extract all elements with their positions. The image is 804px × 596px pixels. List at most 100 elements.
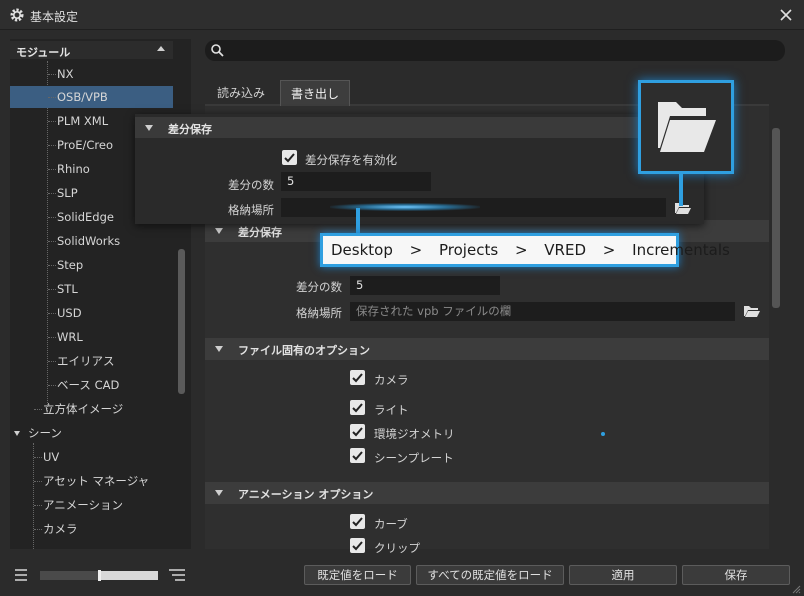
load-all-defaults-button[interactable]: すべての既定値をロード (416, 565, 564, 585)
tree-item-label: ProE/Creo (57, 138, 114, 152)
tree-item-label: NX (57, 67, 74, 81)
camera-checkbox[interactable] (350, 370, 365, 385)
caret-down-icon[interactable] (215, 490, 223, 496)
section-title: 差分保存 (168, 123, 212, 136)
tree-item-animation[interactable]: アニメーション (10, 494, 173, 516)
section-title: アニメーション オプション (238, 488, 374, 501)
curve-label: カーブ (374, 517, 408, 531)
tab-export[interactable]: 書き出し (280, 80, 351, 106)
sidebar-scrollbar[interactable] (178, 249, 185, 394)
tree-item-camera[interactable]: カメラ (10, 518, 173, 540)
curve-checkbox[interactable] (350, 514, 365, 529)
section-file-options[interactable]: ファイル固有のオプション (205, 338, 769, 360)
light-label: ライト (374, 403, 409, 417)
tree-item-nx[interactable]: NX (10, 63, 173, 85)
tree-item-stl[interactable]: STL (10, 278, 173, 300)
increment-count-label: 差分の数 (296, 280, 342, 294)
clip-checkbox[interactable] (350, 538, 365, 553)
path-breadcrumb: Desktop > Projects > VRED > Incrementals (320, 233, 730, 267)
tree-group-label: モジュール (16, 46, 71, 59)
tree-item-label: ベース CAD (57, 378, 120, 392)
tree-item-label: SLP (57, 186, 78, 200)
tree-item-label: カメラ (43, 522, 78, 536)
section-title: ファイル固有のオプション (238, 344, 370, 357)
tree-item-label: OSB/VPB (57, 90, 108, 104)
tree-item-alias[interactable]: エイリアス (10, 350, 173, 372)
breadcrumb-item: VRED (544, 241, 587, 259)
callout-connector (356, 208, 360, 234)
scene-plate-checkbox[interactable] (350, 448, 365, 463)
section-title: 差分保存 (238, 226, 282, 239)
tree-item-step[interactable]: Step (10, 254, 173, 276)
folder-callout (638, 80, 734, 174)
caret-down-icon[interactable] (145, 125, 153, 131)
tree-item-base-cad[interactable]: ベース CAD (10, 374, 173, 396)
increment-count-field[interactable]: 5 (281, 172, 431, 191)
tree-group-scene[interactable]: シーン (10, 422, 173, 444)
enable-incremental-label: 差分保存を有効化 (305, 153, 397, 167)
breadcrumb-item: Projects (439, 241, 499, 259)
tree-item-label: Rhino (57, 162, 90, 176)
highlight-glow (330, 203, 480, 211)
load-default-button[interactable]: 既定値をロード (304, 565, 411, 585)
folder-open-icon[interactable] (743, 304, 761, 318)
increment-count-label: 差分の数 (228, 178, 274, 192)
tree-item-label: Step (57, 258, 84, 272)
section-animation-options[interactable]: アニメーション オプション (205, 482, 769, 504)
zoom-slider-track (40, 571, 99, 580)
storage-location-field[interactable]: 保存された vpb ファイルの欄 (350, 302, 735, 321)
tree-item-solidworks[interactable]: SolidWorks (10, 230, 173, 252)
zoom-slider[interactable] (40, 570, 158, 581)
tree-item-label: UV (43, 450, 60, 464)
camera-label: カメラ (374, 373, 409, 387)
tree-item-usd[interactable]: USD (10, 302, 173, 324)
tree-item-uv[interactable]: UV (10, 446, 173, 468)
environment-geometry-label: 環境ジオメトリ (374, 427, 455, 441)
search-icon (211, 44, 224, 57)
resize-grip-icon[interactable] (792, 585, 801, 594)
menu-icon[interactable] (14, 569, 28, 581)
tree-item-asset-manager[interactable]: アセット マネージャ (10, 470, 173, 492)
breadcrumb-item: Desktop (331, 241, 393, 259)
save-button[interactable]: 保存 (682, 565, 790, 585)
tree-item-cube-image[interactable]: 立方体イメージ (10, 398, 173, 420)
breadcrumb-item: Incrementals (632, 241, 730, 259)
callout-section-incremental-save[interactable]: 差分保存 (135, 117, 704, 138)
tree-item-label: アセット マネージャ (43, 474, 150, 488)
tree-item-label: SolidEdge (57, 210, 114, 224)
environment-geometry-checkbox[interactable] (350, 424, 365, 439)
scene-plate-label: シーンプレート (374, 451, 454, 465)
clip-label: クリップ (374, 541, 420, 555)
breadcrumb-separator: > (514, 241, 528, 259)
zoom-slider-thumb[interactable] (98, 570, 101, 581)
caret-down-icon[interactable] (14, 431, 20, 436)
tree-group-modules[interactable]: モジュール (10, 41, 173, 59)
caret-down-icon[interactable] (215, 228, 223, 234)
tree-item-label: STL (57, 282, 78, 296)
caret-up-icon[interactable] (157, 46, 165, 51)
storage-location-label: 格納場所 (296, 306, 342, 320)
tree-item-label: USD (57, 306, 82, 320)
caret-down-icon[interactable] (215, 346, 223, 352)
increment-count-field[interactable]: 5 (350, 276, 500, 295)
tree-item-wrl[interactable]: WRL (10, 326, 173, 348)
folder-open-icon (658, 102, 716, 152)
light-checkbox[interactable] (350, 400, 365, 415)
storage-location-label: 格納場所 (228, 203, 274, 217)
tree-item-label: エイリアス (57, 354, 115, 368)
breadcrumb-separator: > (409, 241, 423, 259)
title-bar: 基本設定 (0, 0, 804, 30)
close-icon[interactable] (776, 5, 796, 25)
tree-item-osb-vpb[interactable]: OSB/VPB (10, 86, 173, 108)
search-input[interactable] (205, 40, 785, 61)
apply-button[interactable]: 適用 (569, 565, 677, 585)
tree-item-label: PLM XML (57, 114, 109, 128)
tree-item-label: アニメーション (43, 498, 124, 512)
tree-item-label: WRL (57, 330, 83, 344)
tab-import[interactable]: 読み込み (207, 80, 275, 106)
settings-scrollbar[interactable] (772, 128, 780, 308)
tree-item-label: SolidWorks (57, 234, 121, 248)
folder-open-icon[interactable] (674, 201, 692, 215)
enable-incremental-checkbox[interactable] (282, 150, 297, 165)
list-detail-icon[interactable] (168, 569, 186, 581)
